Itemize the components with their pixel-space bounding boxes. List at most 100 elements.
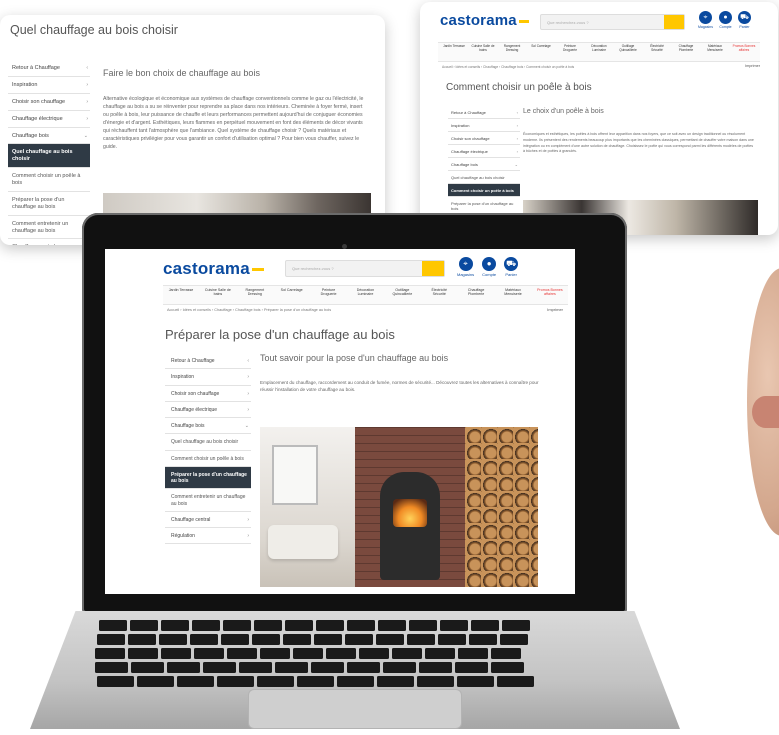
sidebar-item[interactable]: Comment entretenir un chauffage au bois [8,216,90,240]
keyboard-key[interactable] [221,634,249,645]
keyboard-key[interactable] [297,676,334,687]
keyboard-key[interactable] [438,634,466,645]
nav-item[interactable]: Peinture Droguerie [558,44,582,59]
keyboard-key[interactable] [471,620,499,631]
keyboard-key[interactable] [455,662,488,673]
keyboard-key[interactable] [95,662,128,673]
keyboard-key[interactable] [314,634,342,645]
sidebar-item[interactable]: Retour à Chauffage ‹ [165,353,251,370]
keyboard-key[interactable] [161,648,191,659]
nav-item[interactable]: Chauffage Plomberie [674,44,698,59]
user-button[interactable]: ● Compte [718,11,732,29]
keyboard-key[interactable] [491,662,524,673]
keyboard-key[interactable] [128,648,158,659]
sidebar-item[interactable]: Chauffage bois ⌄ [8,128,90,145]
sidebar-item[interactable]: Chauffage électrique › [8,111,90,128]
sidebar-item-active[interactable]: Préparer la pose d'un chauffage au bois [165,466,251,490]
keyboard-key[interactable] [137,676,174,687]
keyboard-key[interactable] [95,648,125,659]
keyboard-key[interactable] [293,648,323,659]
keyboard-key[interactable] [378,620,406,631]
keyboard-key[interactable] [500,634,528,645]
keyboard-key[interactable] [469,634,497,645]
nav-item[interactable]: Promos Bonnes affaires [536,288,564,302]
keyboard-key[interactable] [285,620,313,631]
search-input[interactable]: Que recherchez-vous ? [285,260,445,277]
nav-item[interactable]: Outillage Quincaillerie [388,288,416,302]
keyboard-key[interactable] [376,634,404,645]
keyboard-key[interactable] [239,662,272,673]
sidebar-item-active[interactable]: Comment choisir un poêle à bois [448,184,520,197]
keyboard-key[interactable] [359,648,389,659]
nav-item[interactable]: Matériaux Menuiserie [703,44,727,59]
nav-item[interactable]: Sol Carrelage [529,44,553,59]
keyboard-key[interactable] [337,676,374,687]
sidebar-item[interactable]: Comment choisir un poêle à bois [8,168,90,192]
search-input[interactable]: Que recherchez-vous ? [540,14,685,30]
keyboard-key[interactable] [203,662,236,673]
keyboard-key[interactable] [260,648,290,659]
nav-item[interactable]: Électricité Sécurité [645,44,669,59]
sidebar-item[interactable]: Chauffage bois ⌄ [448,158,520,171]
keyboard-key[interactable] [192,620,220,631]
keyboard-key[interactable] [257,676,294,687]
keyboard-key[interactable] [425,648,455,659]
keyboard-key[interactable] [227,648,257,659]
keyboard-key[interactable] [502,620,530,631]
sidebar-item[interactable]: Inspiration › [448,119,520,132]
keyboard-key[interactable] [407,634,435,645]
keyboard-key[interactable] [159,634,187,645]
keyboard-key[interactable] [417,676,454,687]
sidebar-item[interactable]: Préparer la pose d'un chauffage au bois [8,192,90,216]
nav-item[interactable]: Matériaux Menuiserie [499,288,527,302]
trackpad[interactable] [248,689,462,729]
cart-button[interactable]: ⛟ Panier [737,11,751,29]
keyboard-key[interactable] [316,620,344,631]
keyboard-key[interactable] [283,634,311,645]
keyboard-key[interactable] [326,648,356,659]
sidebar-item-active[interactable]: Quel chauffage au bois choisir [8,144,90,169]
keyboard-key[interactable] [97,676,134,687]
user-button[interactable]: ● Compte [482,257,496,277]
keyboard-key[interactable] [458,648,488,659]
keyboard-key[interactable] [217,676,254,687]
keyboard-key[interactable] [254,620,282,631]
sidebar-item[interactable]: Chauffage bois ⌄ [165,418,251,435]
search-button[interactable] [664,15,684,29]
keyboard-key[interactable] [97,634,125,645]
sidebar-item[interactable]: Choisir son chauffage › [8,94,90,111]
keyboard-key[interactable] [383,662,416,673]
keyboard-key[interactable] [252,634,280,645]
sidebar-item[interactable]: Quel chauffage au bois choisir [448,171,520,184]
keyboard-key[interactable] [347,662,380,673]
sidebar-item[interactable]: Chauffage électrique › [448,145,520,158]
sidebar-item[interactable]: Chauffage électrique › [165,402,251,418]
keyboard-key[interactable] [377,676,414,687]
keyboard-key[interactable] [161,620,189,631]
breadcrumb[interactable]: Accueil › Idées et conseils › Chauffage … [442,65,574,69]
sidebar-item[interactable]: Quel chauffage au bois choisir [165,434,251,451]
nav-item[interactable]: Jardin Terrasse [442,44,466,59]
castorama-logo[interactable]: castorama [440,12,529,29]
keyboard-key[interactable] [167,662,200,673]
nav-item[interactable]: Électricité Sécurité [425,288,453,302]
print-link[interactable]: Imprimer [547,307,563,312]
sidebar-item[interactable]: Comment choisir un poêle à bois [165,451,251,467]
sidebar-item[interactable]: Inspiration › [165,369,251,386]
keyboard-key[interactable] [497,676,534,687]
sidebar-item[interactable]: Chauffage central [8,239,90,245]
location-pin-button[interactable]: ⌖ Magasins [457,257,474,277]
sidebar-item[interactable]: Inspiration › [8,77,90,94]
sidebar-item[interactable]: Retour à Chauffage ‹ [8,60,90,77]
keyboard-key[interactable] [131,662,164,673]
nav-item[interactable]: Promos Bonnes affaires [732,44,756,59]
sidebar-item[interactable]: Chauffage central › [165,512,251,528]
cart-button[interactable]: ⛟ Panier [504,257,519,277]
nav-item[interactable]: Décoration Luminaire [351,288,379,302]
nav-item[interactable]: Cuisine Salle de bains [471,44,495,59]
sidebar-item[interactable]: Choisir son chauffage › [165,386,251,402]
nav-item[interactable]: Outillage Quincaillerie [616,44,640,59]
keyboard-key[interactable] [177,676,214,687]
keyboard-key[interactable] [345,634,373,645]
nav-item[interactable]: Cuisine Salle de bains [204,288,232,302]
